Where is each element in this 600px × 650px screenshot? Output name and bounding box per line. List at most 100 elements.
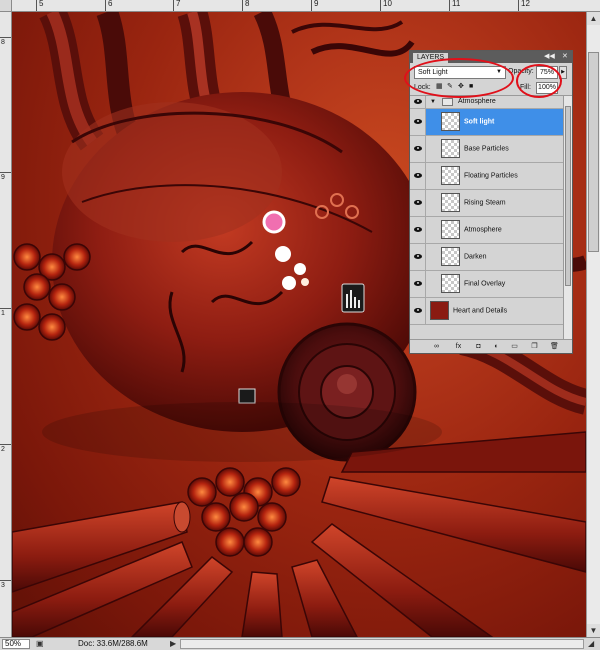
scroll-up-arrow-icon[interactable]: ▲: [587, 12, 600, 25]
ruler-tick: [105, 0, 106, 11]
eye-icon: [414, 281, 422, 286]
folder-icon: [442, 98, 453, 106]
layer-main[interactable]: Atmosphere: [426, 217, 563, 243]
eye-icon: [414, 119, 422, 124]
scroll-down-arrow-icon[interactable]: ▼: [587, 624, 600, 637]
layer-name: Darken: [464, 253, 487, 261]
layer-main[interactable]: Final Overlay: [426, 271, 563, 297]
ruler-label: 6: [108, 0, 113, 8]
layer-main[interactable]: Soft light: [426, 109, 563, 135]
layer-row-base-particles[interactable]: Base Particles: [410, 136, 572, 163]
eye-icon: [414, 227, 422, 232]
horizontal-scrollbar[interactable]: [180, 639, 584, 649]
link-layers-icon[interactable]: ∞: [432, 342, 441, 351]
layers-list: ▼ Atmosphere Soft light Base Particles F…: [410, 96, 572, 339]
visibility-toggle[interactable]: [410, 190, 426, 216]
layer-name: Atmosphere: [464, 226, 502, 234]
layer-row-heart-and-details[interactable]: Heart and Details: [410, 298, 572, 325]
ruler-top[interactable]: 5 6 7 8 9 10 11 12: [0, 0, 600, 12]
ruler-label: 10: [383, 0, 392, 8]
collapse-icon[interactable]: ◀◀: [544, 53, 555, 61]
visibility-toggle[interactable]: [410, 244, 426, 270]
layer-main[interactable]: Darken: [426, 244, 563, 270]
info-icon: ▣: [36, 639, 44, 648]
expand-triangle-icon[interactable]: ▼: [430, 99, 436, 105]
scrollbar-thumb[interactable]: [565, 106, 571, 286]
document-size-info: Doc: 33.6M/288.6M: [78, 639, 148, 648]
eye-icon: [414, 173, 422, 178]
eye-icon: [414, 99, 422, 104]
layer-thumbnail: [441, 166, 460, 185]
annotation-circle-opacity: [516, 64, 562, 98]
ruler-label: 5: [39, 0, 44, 8]
visibility-toggle[interactable]: [410, 298, 426, 324]
add-mask-icon[interactable]: ◘: [474, 342, 483, 351]
ruler-tick: [518, 0, 519, 11]
layer-name: Soft light: [464, 118, 495, 126]
layer-style-fx-icon[interactable]: fx: [454, 342, 463, 351]
status-menu-arrow-icon[interactable]: ▶: [170, 639, 176, 649]
ruler-label: 11: [452, 0, 461, 8]
close-icon[interactable]: ✕: [562, 53, 568, 61]
layer-row-soft-light[interactable]: Soft light: [410, 109, 572, 136]
visibility-toggle[interactable]: [410, 96, 426, 108]
visibility-toggle[interactable]: [410, 271, 426, 297]
ruler-corner: [0, 0, 12, 12]
eye-icon: [414, 200, 422, 205]
layer-group-atmosphere[interactable]: ▼ Atmosphere: [410, 96, 572, 109]
layers-scrollbar[interactable]: [563, 96, 572, 339]
ruler-label: 8: [245, 0, 250, 8]
layer-thumbnail: [441, 274, 460, 293]
ruler-label: 12: [521, 0, 530, 8]
layers-bottom-toolbar: ∞ fx ◘ ◐ ▭ ❐ 🗑: [410, 339, 572, 353]
layer-thumbnail: [430, 301, 449, 320]
layer-main[interactable]: Floating Particles: [426, 163, 563, 189]
ruler-label: 9: [1, 174, 5, 181]
ruler-tick: [0, 308, 11, 309]
visibility-toggle[interactable]: [410, 136, 426, 162]
ruler-left[interactable]: 8 9 1 2 3: [0, 12, 12, 637]
layer-row-darken[interactable]: Darken: [410, 244, 572, 271]
layer-main[interactable]: Base Particles: [426, 136, 563, 162]
layer-row-floating-particles[interactable]: Floating Particles: [410, 163, 572, 190]
eye-icon: [414, 308, 422, 313]
layer-main[interactable]: Rising Steam: [426, 190, 563, 216]
layer-row-final-overlay[interactable]: Final Overlay: [410, 271, 572, 298]
layer-row-atmosphere[interactable]: Atmosphere: [410, 217, 572, 244]
layer-thumbnail: [441, 193, 460, 212]
annotation-circle-blend-mode: [404, 58, 514, 98]
ruler-tick: [36, 0, 37, 11]
layer-name: Heart and Details: [453, 307, 508, 315]
resize-grip-icon[interactable]: ◢: [588, 639, 594, 649]
ruler-tick: [242, 0, 243, 11]
layer-name: Rising Steam: [464, 199, 506, 207]
ruler-tick: [173, 0, 174, 11]
layer-thumbnail: [441, 220, 460, 239]
layer-thumbnail: [441, 112, 460, 131]
layer-name: Floating Particles: [464, 172, 518, 180]
layer-name: Base Particles: [464, 145, 509, 153]
adjustment-layer-icon[interactable]: ◐: [492, 342, 501, 351]
visibility-toggle[interactable]: [410, 217, 426, 243]
visibility-toggle[interactable]: [410, 163, 426, 189]
ruler-label: 1: [1, 310, 5, 317]
layer-name: Final Overlay: [464, 280, 506, 288]
ruler-label: 7: [176, 0, 181, 8]
visibility-toggle[interactable]: [410, 109, 426, 135]
ruler-tick: [0, 37, 11, 38]
vertical-scrollbar[interactable]: ▲ ▼: [586, 12, 600, 637]
ruler-tick: [311, 0, 312, 11]
new-layer-icon[interactable]: ❐: [530, 342, 539, 351]
ruler-tick: [380, 0, 381, 11]
zoom-level-field[interactable]: 50%: [2, 639, 30, 649]
status-bar: 50% ▣ Doc: 33.6M/288.6M ▶ ◢: [0, 637, 600, 650]
ruler-label: 8: [1, 39, 5, 46]
group-name: Atmosphere: [458, 98, 496, 105]
layer-main[interactable]: Heart and Details: [426, 298, 563, 324]
new-group-icon[interactable]: ▭: [510, 342, 519, 351]
trash-icon[interactable]: 🗑: [550, 342, 559, 351]
scrollbar-thumb[interactable]: [588, 52, 599, 252]
layer-row-rising-steam[interactable]: Rising Steam: [410, 190, 572, 217]
ruler-label: 2: [1, 446, 5, 453]
ruler-tick: [0, 580, 11, 581]
